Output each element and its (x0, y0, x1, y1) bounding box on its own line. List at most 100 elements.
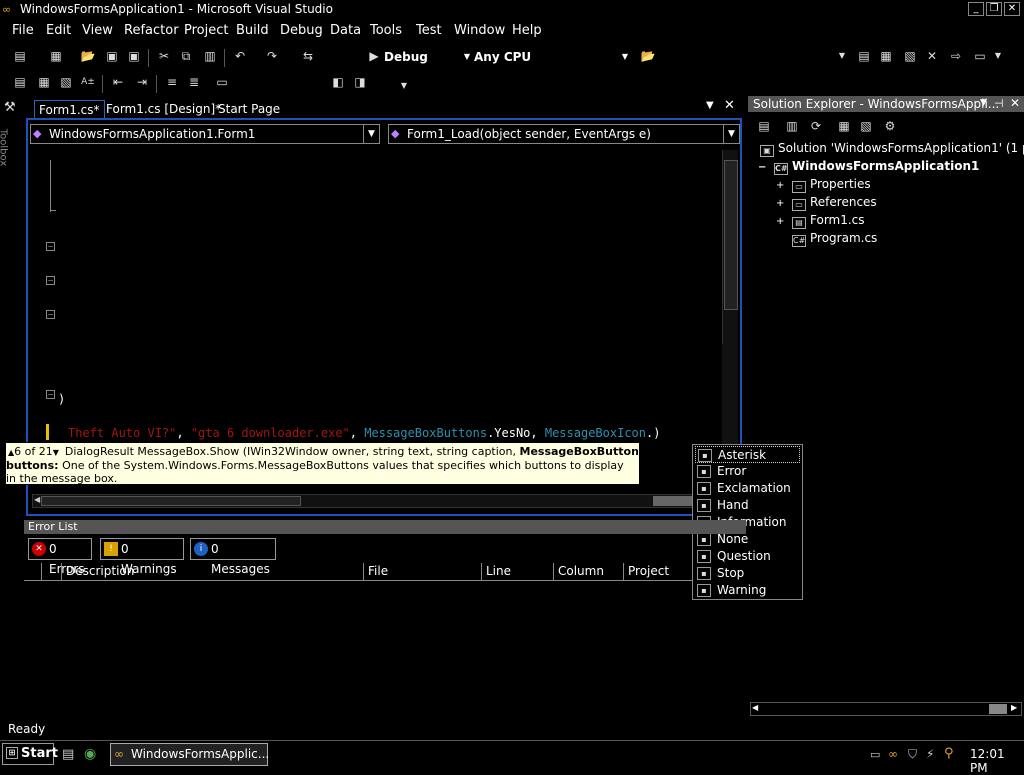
list-item[interactable]: ▪ Error (695, 463, 800, 480)
copy-icon[interactable]: ⧉ (178, 48, 194, 64)
uncomment-icon[interactable]: ≣ (186, 74, 202, 90)
keyboard-icon[interactable]: ▭ (870, 748, 880, 761)
object-members-icon[interactable]: ▤ (12, 74, 28, 90)
cut-icon[interactable]: ✂ (156, 48, 172, 64)
close-tab-icon[interactable]: ✕ (724, 98, 735, 113)
bookmark-icon[interactable]: ▭ (214, 74, 230, 90)
minimize-button[interactable]: _ (968, 2, 984, 16)
collapse-icon[interactable]: − (758, 160, 768, 176)
menu-help[interactable]: Help (512, 23, 542, 38)
refresh-icon[interactable]: ⟳ (808, 118, 824, 134)
column-project[interactable]: Project (624, 563, 692, 580)
list-item[interactable]: ▪ Asterisk (695, 446, 800, 463)
class-combo[interactable]: ◆ WindowsFormsApplication1.Form1 ▼ (30, 124, 380, 144)
expand-icon[interactable]: + (776, 214, 786, 230)
platform-select[interactable]: Any CPU ▼ (474, 48, 628, 66)
messages-filter-button[interactable]: i0 Messages (190, 538, 276, 576)
tree-item-properties[interactable]: + ▭ Properties (776, 176, 871, 194)
tree-item-program[interactable]: C# Program.cs (792, 230, 877, 247)
previous-bookmark-icon[interactable]: ◧ (330, 74, 346, 90)
redo-icon[interactable]: ↷ (264, 48, 280, 64)
tree-item-references[interactable]: + ▭ References (776, 194, 877, 212)
menu-test[interactable]: Test (416, 23, 442, 38)
menu-refactor[interactable]: Refactor (124, 23, 179, 38)
column-file[interactable]: File (364, 563, 482, 580)
object-browser-icon[interactable]: ▧ (902, 48, 918, 64)
close-button[interactable]: ✕ (1004, 2, 1020, 16)
menu-debug[interactable]: Debug (280, 23, 323, 38)
indent-icon[interactable]: ⇥ (134, 74, 150, 90)
configuration-select[interactable]: Debug ▼ (384, 48, 470, 66)
save-icon[interactable]: ▣ (104, 48, 120, 64)
list-item[interactable]: ▪ Warning (695, 582, 800, 599)
tools-icon[interactable]: ✕ (924, 48, 940, 64)
view-code-icon[interactable]: ▦ (836, 118, 852, 134)
view-designer-icon[interactable]: ▧ (858, 118, 874, 134)
menu-edit[interactable]: Edit (46, 23, 71, 38)
tab-form1-cs[interactable]: Form1.cs* (34, 100, 105, 118)
collapse-toggle[interactable]: − (46, 242, 55, 251)
search-icon[interactable]: ⚲ (944, 746, 954, 761)
scroll-right-icon[interactable]: ▶ (1011, 703, 1017, 712)
tree-item-form1[interactable]: + ▤ Form1.cs (776, 212, 865, 230)
collapse-toggle[interactable]: − (46, 276, 55, 285)
find-in-files-icon[interactable]: 📂 (640, 48, 656, 64)
undo-icon[interactable]: ↶ (232, 48, 248, 64)
menu-window[interactable]: Window (454, 23, 505, 38)
chevron-down-icon[interactable]: ▼ (990, 48, 1006, 64)
menu-project[interactable]: Project (184, 23, 228, 38)
browser-icon[interactable]: ◉ (84, 746, 96, 762)
menu-file[interactable]: File (12, 23, 34, 38)
tab-form1-design[interactable]: Form1.cs [Design]* (102, 100, 225, 118)
start-debug-icon[interactable]: ▶ (366, 48, 382, 64)
scroll-left-icon[interactable]: ◀ (34, 495, 40, 504)
menu-view[interactable]: View (82, 23, 113, 38)
member-combo[interactable]: ◆ Form1_Load(object sender, EventArgs e)… (388, 124, 740, 144)
solution-hscrollbar[interactable]: ◀ ▶ (750, 702, 1022, 716)
infinity-icon[interactable]: ∞ (888, 747, 898, 761)
pin-icon[interactable]: ⊣ (994, 97, 1004, 110)
expand-icon[interactable]: + (776, 178, 786, 194)
properties-icon[interactable]: ▦ (878, 48, 894, 64)
start-button[interactable]: ⊞ Start (2, 743, 58, 765)
tab-dropdown-icon[interactable]: ▼ (706, 100, 714, 111)
comment-icon[interactable]: ≡ (164, 74, 180, 90)
menu-data[interactable]: Data (330, 23, 361, 38)
scroll-thumb[interactable] (724, 160, 738, 310)
save-all-icon[interactable]: ▣ (126, 48, 142, 64)
menu-tools[interactable]: Tools (370, 23, 402, 38)
chevron-down-icon[interactable]: ▼ (834, 48, 850, 64)
window-position-icon[interactable]: ▼ (980, 98, 987, 108)
open-folder-icon[interactable]: 📂 (80, 48, 96, 64)
class-diagram-icon[interactable]: ⚙ (882, 118, 898, 134)
tab-start-page[interactable]: Start Page (214, 100, 284, 118)
start-page-icon[interactable]: ⇨ (948, 48, 964, 64)
tree-solution[interactable]: ▣ Solution 'WindowsFormsApplication1' (1 … (760, 140, 1024, 157)
shield-icon[interactable]: ⛉ (908, 747, 917, 762)
list-item[interactable]: ▪ Hand (695, 497, 800, 514)
column-column[interactable]: Column (554, 563, 624, 580)
quick-info-icon[interactable]: ▧ (58, 74, 74, 90)
list-item[interactable]: ▪ Exclamation (695, 480, 800, 497)
add-item-icon[interactable]: ▦ (48, 48, 64, 64)
scroll-thumb[interactable] (41, 496, 301, 506)
overload-down-icon[interactable]: ▼ (53, 448, 59, 457)
collapse-toggle[interactable]: − (46, 390, 55, 399)
menu-build[interactable]: Build (236, 23, 269, 38)
scroll-left-icon[interactable]: ◀ (752, 703, 758, 712)
close-icon[interactable]: ✕ (1010, 96, 1020, 110)
next-bookmark-icon[interactable]: ◨ (352, 74, 368, 90)
restore-button[interactable]: ❐ (986, 2, 1002, 16)
command-window-icon[interactable]: ▭ (972, 48, 988, 64)
solution-explorer-icon[interactable]: ▤ (856, 48, 872, 64)
tree-project[interactable]: − C# WindowsFormsApplication1 (758, 158, 979, 176)
show-desktop-icon[interactable]: ▤ (62, 747, 74, 762)
scroll-thumb[interactable] (989, 704, 1007, 714)
errors-filter-button[interactable]: ✕ 0 Errors (28, 538, 92, 576)
chevron-down-icon[interactable]: ▼ (396, 78, 412, 94)
network-icon[interactable]: ⚡ (926, 747, 934, 761)
code-line[interactable]: Theft Auto VI?", "gta 6 downloader.exe",… (68, 426, 660, 440)
warnings-filter-button[interactable]: ! 0 Warnings (100, 538, 184, 576)
properties-icon[interactable]: ▤ (756, 118, 772, 134)
word-complete-icon[interactable]: A± (80, 74, 96, 90)
